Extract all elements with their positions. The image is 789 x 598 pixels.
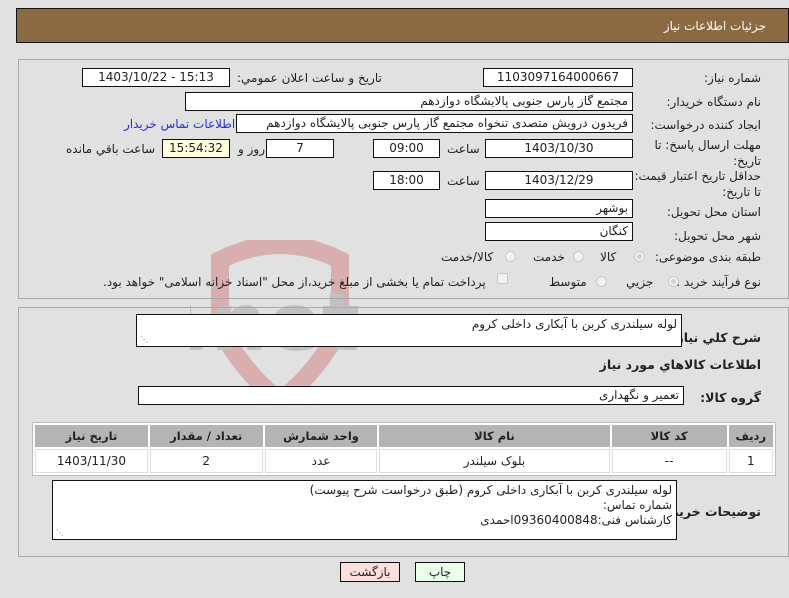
buyer-notes-line: لوله سیلندری کربن با آبکاری داخلی کروم (…: [309, 483, 672, 497]
need-number-label: شماره نیاز:: [704, 71, 761, 85]
cell-quantity: 2: [149, 449, 263, 473]
buyer-notes-textarea[interactable]: لوله سیلندری کربن با آبکاری داخلی کروم (…: [52, 480, 677, 540]
cell-need-date: 1403/11/30: [35, 449, 148, 473]
category-label: طبقه بندی موضوعی:: [654, 250, 761, 264]
response-deadline-time-label: ساعت: [447, 142, 480, 156]
summary-label: شرح کلي نیاز:: [671, 330, 761, 345]
requester-label: ایجاد کننده درخواست:: [650, 118, 761, 132]
page-title: جزئيات اطلاعات نیاز: [663, 19, 766, 33]
cell-goods-name: بلوک سیلندر: [379, 449, 610, 473]
col-goods-code: کد کالا: [611, 425, 727, 447]
goods-group-label: گروه کالا:: [700, 390, 761, 405]
goods-section-title: اطلاعات کالاهاي مورد نیاز: [599, 357, 761, 372]
category-radio-service[interactable]: [573, 251, 584, 262]
buyer-notes-line: شماره تماس:: [602, 498, 672, 512]
announce-datetime-field: 1403/10/22 - 15:13: [82, 68, 230, 87]
cell-unit: عدد: [264, 449, 378, 473]
resize-grip-icon[interactable]: ⋰: [56, 529, 64, 537]
goods-group-field: تعمیر و نگهداری: [138, 386, 684, 405]
buyer-notes-line: کارشناس فنی:09360400848احمدی: [480, 513, 672, 527]
cell-row-number: 1: [728, 449, 773, 473]
announce-datetime-label: تاریخ و ساعت اعلان عمومي:: [237, 71, 382, 85]
goods-table-header: ردیف کد کالا نام کالا واحد شمارش تعداد /…: [35, 425, 773, 447]
resize-grip-icon[interactable]: ⋰: [140, 336, 148, 344]
remaining-time-field: 15:54:32: [162, 139, 230, 158]
category-radio-goods-service[interactable]: [505, 251, 516, 262]
col-goods-name: نام کالا: [379, 425, 610, 447]
back-button[interactable]: بازگشت: [340, 562, 400, 582]
city-label: شهر محل تحویل:: [674, 229, 761, 243]
purchase-type-option-minor: جزیي: [626, 275, 654, 289]
remaining-days-field: 7: [266, 139, 334, 158]
remaining-time-label: ساعت باقي مانده: [66, 142, 156, 156]
purchase-type-radio-minor[interactable]: [668, 276, 679, 287]
days-label: روز و: [238, 142, 265, 156]
response-deadline-time: 09:00: [373, 139, 440, 158]
treasury-checkbox[interactable]: [497, 273, 508, 284]
buyer-org-field: مجتمع گاز پارس جنوبی پالایشگاه دوازدهم: [185, 92, 633, 111]
price-validity-label: حداقل تاریخ اعتبار قیمت: تا تاریخ:: [634, 169, 761, 199]
category-option-goods: کالا: [600, 250, 617, 264]
col-quantity: تعداد / مقدار: [149, 425, 263, 447]
category-radio-goods[interactable]: [634, 251, 645, 262]
summary-text: لوله سیلندری کربن با آبکاری داخلی کروم: [471, 317, 677, 331]
goods-table: ردیف کد کالا نام کالا واحد شمارش تعداد /…: [32, 422, 776, 476]
purchase-type-radio-medium[interactable]: [596, 276, 607, 287]
table-row: 1 -- بلوک سیلندر عدد 2 1403/11/30: [35, 449, 773, 473]
purchase-type-option-medium: متوسط: [549, 275, 587, 289]
col-row-number: ردیف: [728, 425, 773, 447]
requester-field: فریدون درویش متصدی تنخواه مجتمع گاز پارس…: [236, 114, 633, 133]
response-deadline-label: مهلت ارسال پاسخ: تا تاریخ:: [654, 138, 761, 168]
page-header: جزئيات اطلاعات نیاز: [16, 8, 789, 43]
purchase-type-label: نوع فرآیند خرید :: [676, 275, 761, 289]
category-option-goods-service: کالا/خدمت: [441, 250, 494, 264]
need-number-field: 1103097164000667: [483, 68, 633, 87]
treasury-note: پرداخت تمام یا بخشی از مبلغ خرید،از محل …: [103, 275, 486, 289]
buyer-org-label: نام دستگاه خریدار:: [666, 95, 762, 109]
cell-goods-code: --: [611, 449, 727, 473]
province-label: استان محل تحویل:: [666, 205, 761, 219]
col-unit: واحد شمارش: [264, 425, 378, 447]
response-deadline-date: 1403/10/30: [485, 139, 633, 158]
summary-textarea[interactable]: لوله سیلندری کربن با آبکاری داخلی کروم ⋰: [136, 314, 682, 347]
price-validity-date: 1403/12/29: [485, 171, 633, 190]
price-validity-time-label: ساعت: [447, 174, 480, 188]
print-button[interactable]: چاپ: [415, 562, 465, 582]
province-field: بوشهر: [485, 199, 633, 218]
category-option-service: خدمت: [533, 250, 565, 264]
city-field: کنگان: [485, 222, 633, 241]
buyer-contact-link[interactable]: اطلاعات تماس خریدار: [124, 117, 235, 131]
price-validity-time: 18:00: [373, 171, 440, 190]
col-need-date: تاریخ نیاز: [35, 425, 148, 447]
